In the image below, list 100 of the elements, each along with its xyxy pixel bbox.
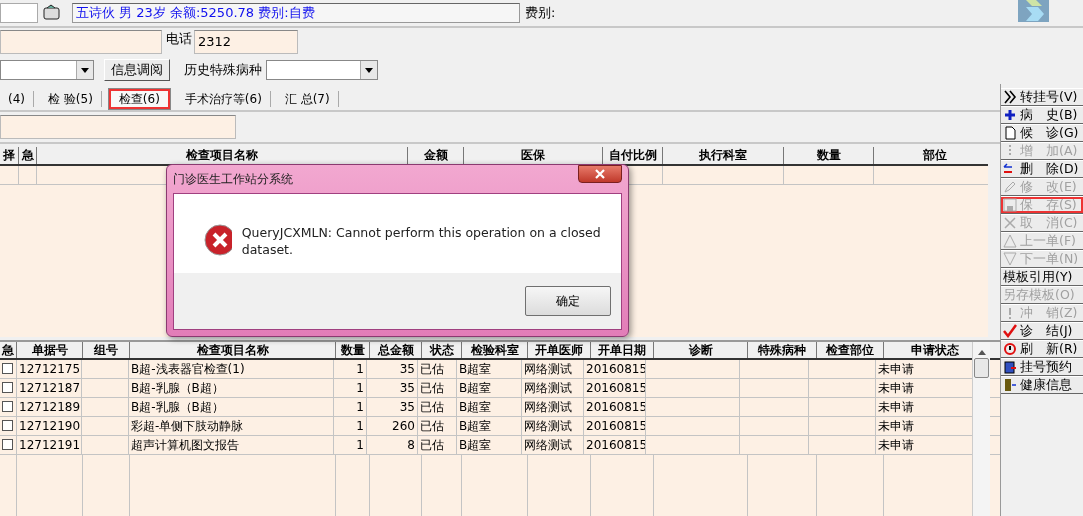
column-header: 数量	[784, 147, 874, 164]
table-cell: 1	[334, 436, 367, 454]
table-cell: 12712191	[17, 436, 82, 454]
column-header: 特殊病种	[748, 342, 817, 358]
table-cell: 35	[367, 360, 418, 378]
table-cell: 1	[334, 417, 367, 435]
table-cell: B超-乳腺（B超）	[129, 398, 334, 416]
info-button[interactable]: 信息调阅	[104, 59, 170, 81]
table-cell: 彩超-单侧下肢动静脉	[129, 417, 334, 435]
down-triangle-icon	[1003, 252, 1017, 266]
table-cell: 35	[367, 379, 418, 397]
name-field[interactable]	[0, 30, 162, 54]
checkbox[interactable]	[2, 382, 13, 393]
up-triangle-icon	[1003, 234, 1017, 248]
ok-button[interactable]: 确定	[525, 286, 611, 316]
checkbox[interactable]	[2, 420, 13, 431]
fee-label: 费别:	[525, 4, 556, 22]
table-cell: 12712175	[17, 360, 82, 378]
checkbox[interactable]	[2, 439, 13, 450]
column-header: 总金额	[370, 342, 422, 358]
table-cell: 网络测试	[522, 398, 584, 416]
close-icon[interactable]	[594, 169, 606, 179]
column-header: 单据号	[17, 342, 83, 358]
column-header: 急	[19, 147, 37, 164]
column-header: 部位	[874, 147, 988, 164]
scroll-thumb[interactable]	[974, 358, 989, 378]
table-cell: 12712190	[17, 417, 82, 435]
history-label: 历史特殊病种	[184, 61, 262, 79]
tab[interactable]: 汇 总(7)	[276, 91, 339, 107]
column-header: 急	[0, 342, 17, 358]
double-chevron-icon	[1003, 90, 1017, 104]
side-button[interactable]: 模板引用(Y)	[1001, 268, 1083, 286]
dropdown-arrow-icon	[365, 67, 373, 73]
dropdown-field[interactable]	[0, 60, 94, 80]
column-header: 检查项目名称	[130, 342, 336, 358]
tab[interactable]: 手术治疗等(6)	[176, 91, 271, 107]
side-button[interactable]: 挂号预约	[1001, 358, 1083, 376]
side-button[interactable]: 删 除(D)	[1001, 160, 1083, 178]
table-cell: B超室	[457, 379, 522, 397]
page-icon	[1003, 126, 1017, 140]
side-button[interactable]: 病 史(B)	[1001, 106, 1083, 124]
side-button[interactable]: 诊 结(J)	[1001, 322, 1083, 340]
tab[interactable]: 检 验(5)	[40, 91, 102, 107]
error-icon	[204, 224, 232, 256]
disease-dropdown[interactable]	[266, 60, 378, 80]
error-message: QueryJCXMLN: Cannot perform this operation on a closed dataset.	[241, 224, 601, 258]
column-header: 择	[0, 147, 19, 164]
table-cell: 已估	[418, 360, 457, 378]
table-cell: 8	[367, 436, 418, 454]
table-cell: 已估	[418, 398, 457, 416]
table-cell: 网络测试	[522, 436, 584, 454]
column-header: 开单日期	[591, 342, 654, 358]
door-icon	[1003, 378, 1017, 392]
table-cell: B超-乳腺（B超）	[129, 379, 334, 397]
table-cell: 已估	[418, 436, 457, 454]
column-header: 组号	[83, 342, 130, 358]
column-header: 开单医师	[528, 342, 591, 358]
checkbox[interactable]	[2, 401, 13, 412]
table-cell: 网络测试	[522, 379, 584, 397]
patient-info: 五诗伙 男 23岁 余额:5250.78 费别:自费	[72, 3, 520, 23]
dropdown-arrow-icon	[81, 67, 89, 73]
plus-icon	[1003, 108, 1017, 122]
table-cell: B超室	[457, 436, 522, 454]
close-button[interactable]	[578, 165, 622, 183]
up-arrow-icon[interactable]	[977, 350, 986, 356]
table-cell: B超室	[457, 398, 522, 416]
table-cell: 已估	[418, 417, 457, 435]
table-cell: 12712189	[17, 398, 82, 416]
pencil-icon	[1003, 180, 1017, 194]
column-header: 诊断	[654, 342, 748, 358]
table-cell: 已估	[418, 379, 457, 397]
table-cell: 12712187	[17, 379, 82, 397]
checkmark-icon	[1003, 324, 1017, 338]
scrollbar[interactable]	[972, 342, 990, 516]
table-cell: 网络测试	[522, 417, 584, 435]
table-cell: 260	[367, 417, 418, 435]
logo-icon	[1018, 0, 1050, 22]
table-cell: B超室	[457, 417, 522, 435]
side-button[interactable]: 候 诊(G)	[1001, 124, 1083, 142]
checkbox[interactable]	[2, 363, 13, 374]
column-header: 执行科室	[663, 147, 784, 164]
tab[interactable]: 检查(6)	[107, 88, 171, 110]
column-header: 检查部位	[817, 342, 884, 358]
search-field[interactable]	[0, 115, 236, 139]
table-cell: 1	[334, 379, 367, 397]
tab[interactable]: (4)	[0, 91, 34, 107]
table-cell: B超室	[457, 360, 522, 378]
cross-icon	[1003, 216, 1017, 230]
table-cell: 网络测试	[522, 360, 584, 378]
id-field[interactable]	[0, 3, 38, 23]
table-cell: B超-浅表器官检查(1)	[129, 360, 334, 378]
side-button[interactable]: 转挂号(V)	[1001, 88, 1083, 106]
dialog-title: 门诊医生工作站分系统	[173, 170, 293, 188]
table-cell: 1	[334, 360, 367, 378]
phone-field[interactable]: 2312	[194, 30, 298, 54]
side-button[interactable]: 健康信息	[1001, 376, 1083, 394]
table-cell: 超声计算机图文报告	[129, 436, 334, 454]
table-cell: 35	[367, 398, 418, 416]
clipboard-icon	[1003, 360, 1017, 374]
side-button[interactable]: 刷 新(R)	[1001, 340, 1083, 358]
